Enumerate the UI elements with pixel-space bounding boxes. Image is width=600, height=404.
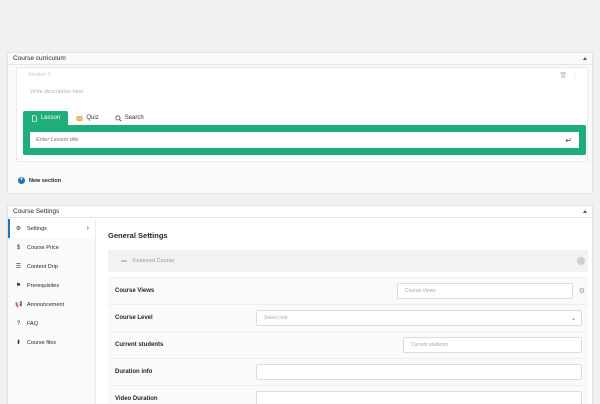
toggle-switch[interactable] bbox=[577, 257, 585, 265]
duration-info-row: Duration info bbox=[108, 358, 588, 385]
tab-lesson[interactable]: Lesson bbox=[23, 111, 69, 125]
settings-panel: Course Settings ⚙ Settings › $ Course Pr… bbox=[7, 205, 593, 404]
sidebar-item-label: Settings bbox=[27, 225, 47, 232]
featured-icon: ▬ bbox=[121, 258, 127, 264]
settings-title: Course Settings bbox=[13, 208, 60, 215]
course-level-row: Course Level Select one ⌄ bbox=[108, 304, 588, 331]
video-duration-row: Video Duration bbox=[108, 385, 588, 404]
section-name[interactable]: Section 1 bbox=[28, 72, 51, 78]
current-students-label: Current students bbox=[115, 342, 164, 348]
video-duration-label: Video Duration bbox=[115, 396, 158, 402]
sidebar-item-course-price[interactable]: $ Course Price bbox=[8, 238, 95, 257]
collapse-icon[interactable] bbox=[583, 57, 587, 60]
duration-info-label: Duration info bbox=[115, 369, 153, 375]
plus-icon: + bbox=[18, 177, 25, 184]
enter-icon[interactable]: ↵ bbox=[565, 136, 572, 145]
sidebar-item-course-files[interactable]: ⬇ Course files bbox=[8, 333, 95, 352]
search-icon bbox=[115, 114, 122, 122]
drag-icon[interactable]: ⋮ bbox=[572, 72, 578, 79]
collapse-icon[interactable] bbox=[583, 210, 587, 213]
new-section-label: New section bbox=[29, 177, 62, 184]
course-views-input[interactable]: Course Views bbox=[397, 283, 573, 299]
sidebar-item-announcement[interactable]: 📢 Announcement bbox=[8, 295, 95, 314]
flag-icon: ⚑ bbox=[15, 283, 22, 289]
sidebar-item-content-drip[interactable]: ☰ Content Drip bbox=[8, 257, 95, 276]
current-students-row: Current students Current students bbox=[108, 331, 588, 358]
sidebar-item-faq[interactable]: ? FAQ bbox=[8, 314, 95, 333]
tab-search-label: Search bbox=[124, 115, 144, 121]
video-duration-input[interactable] bbox=[256, 391, 582, 404]
sidebar-item-label: Content Drip bbox=[27, 263, 58, 270]
course-level-select[interactable]: Select one ⌄ bbox=[256, 310, 582, 326]
course-views-label: Course Views bbox=[115, 288, 155, 294]
tab-search[interactable]: Search bbox=[107, 111, 152, 125]
sidebar-item-label: Course Price bbox=[27, 244, 59, 251]
item-tabs: Lesson Quiz Search bbox=[23, 111, 152, 125]
document-icon bbox=[32, 114, 37, 122]
lesson-title-input[interactable] bbox=[30, 132, 579, 148]
list-icon: ☰ bbox=[15, 264, 22, 270]
sidebar-item-label: Course files bbox=[27, 339, 57, 346]
sidebar-item-label: FAQ bbox=[27, 320, 39, 327]
current-students-placeholder: Current students bbox=[411, 342, 448, 348]
gear-icon: ⚙ bbox=[15, 226, 22, 232]
chevron-right-icon: › bbox=[86, 225, 89, 232]
tab-quiz[interactable]: Quiz bbox=[68, 111, 106, 125]
settings-header[interactable]: Course Settings bbox=[8, 206, 592, 218]
sidebar-item-settings[interactable]: ⚙ Settings › bbox=[8, 219, 95, 238]
general-settings-title: General Settings bbox=[108, 231, 168, 240]
sidebar-item-label: Announcement bbox=[27, 301, 64, 308]
quiz-icon bbox=[76, 115, 83, 121]
course-views-placeholder: Course Views bbox=[405, 288, 436, 294]
current-students-input[interactable]: Current students bbox=[403, 337, 582, 353]
course-views-row: Course Views Course Views ⚙ bbox=[108, 277, 588, 304]
sidebar-item-prerequisites[interactable]: ⚑ Prerequisites bbox=[8, 276, 95, 295]
lesson-input-bar: ↵ bbox=[23, 125, 586, 155]
course-level-placeholder: Select one bbox=[264, 315, 288, 321]
question-icon: ? bbox=[16, 320, 21, 327]
course-level-label: Course Level bbox=[115, 315, 153, 321]
sidebar-item-label: Prerequisites bbox=[27, 282, 60, 289]
dollar-icon: $ bbox=[16, 244, 21, 251]
download-icon: ⬇ bbox=[15, 340, 22, 346]
megaphone-icon: 📢 bbox=[15, 302, 23, 308]
featured-course-toggle-row[interactable]: ▬ Featured Course bbox=[108, 250, 588, 272]
tab-quiz-label: Quiz bbox=[86, 115, 99, 121]
featured-course-label: Featured Course bbox=[133, 258, 175, 264]
chevron-down-icon: ⌄ bbox=[570, 316, 576, 322]
tab-lesson-label: Lesson bbox=[41, 115, 61, 121]
section-description[interactable]: Write description here bbox=[30, 89, 84, 95]
curriculum-header[interactable]: Course curriculum bbox=[8, 53, 592, 65]
duration-info-input[interactable] bbox=[256, 364, 582, 380]
section-actions: 🗑 ⋮ bbox=[559, 72, 578, 79]
gear-icon[interactable]: ⚙ bbox=[579, 287, 585, 295]
settings-sidebar: ⚙ Settings › $ Course Price ☰ Content Dr… bbox=[8, 219, 96, 404]
trash-icon[interactable]: 🗑 bbox=[559, 72, 567, 79]
new-section-button[interactable]: + New section bbox=[18, 177, 61, 184]
curriculum-title: Course curriculum bbox=[13, 55, 66, 62]
